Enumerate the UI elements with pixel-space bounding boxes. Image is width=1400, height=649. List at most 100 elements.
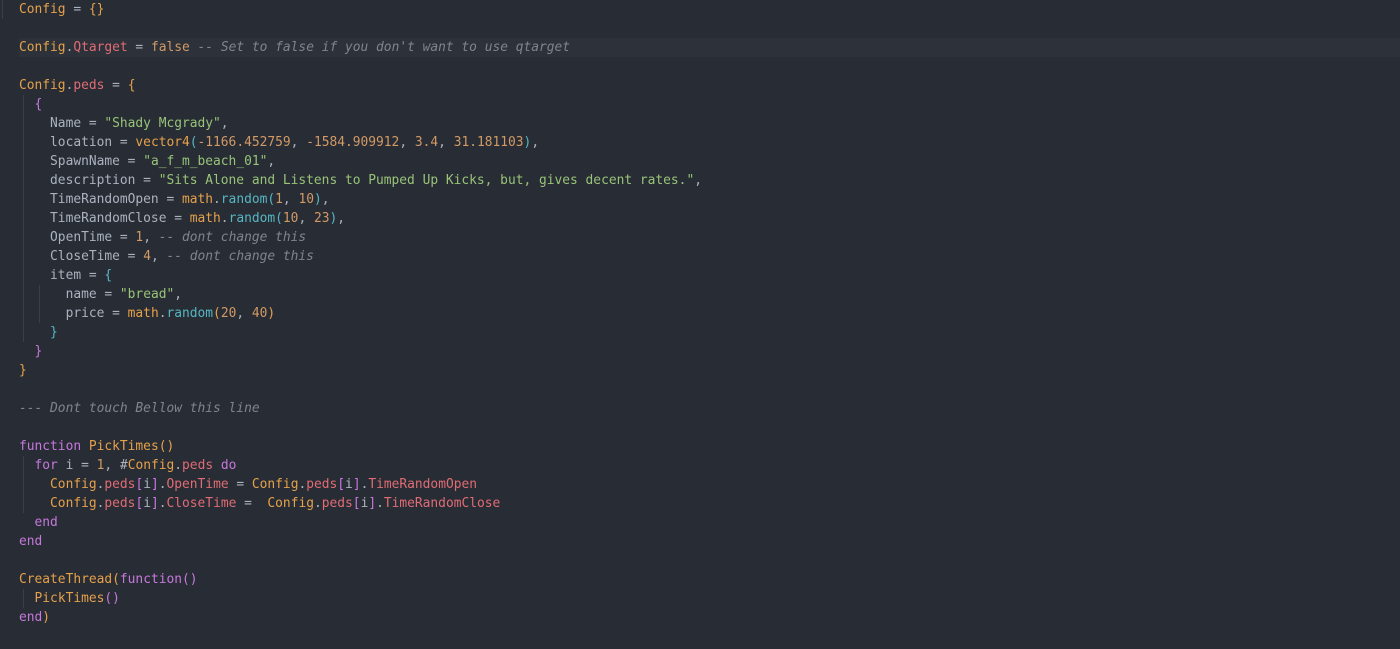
code-token: , [438, 135, 454, 150]
code-line[interactable] [19, 418, 1400, 437]
code-line[interactable]: TimeRandomOpen = math.random(1, 10), [19, 190, 1400, 209]
code-token: [ [352, 496, 361, 511]
code-token: Name = [19, 116, 105, 131]
code-line[interactable]: name = "bread", [19, 285, 1400, 304]
code-token: . [158, 496, 167, 511]
code-token: 23 [313, 211, 330, 226]
code-token: end [34, 515, 58, 530]
code-line[interactable] [19, 19, 1400, 38]
code-line[interactable]: Config.peds[i].OpenTime = Config.peds[i]… [19, 475, 1400, 494]
code-token: ( [112, 572, 120, 587]
code-token: i [345, 477, 353, 492]
code-token: Config [50, 496, 97, 511]
code-line[interactable]: Name = "Shady Mcgrady", [19, 114, 1400, 133]
code-token: 31.181103 [453, 135, 524, 150]
code-line[interactable]: function PickTimes() [19, 437, 1400, 456]
code-token: , [282, 192, 299, 207]
code-line[interactable] [19, 380, 1400, 399]
code-token: CloseTime [166, 496, 237, 511]
code-line[interactable]: Config.peds = { [19, 76, 1400, 95]
code-token: peds [104, 496, 136, 511]
code-token: = [127, 40, 151, 55]
code-line[interactable]: CreateThread(function() [19, 570, 1400, 589]
code-token: math [181, 192, 214, 207]
code-token: ] [150, 496, 159, 511]
code-token: 1 [275, 192, 283, 207]
code-token: TimeRandomClose [383, 496, 501, 511]
code-line[interactable]: TimeRandomClose = math.random(10, 23), [19, 209, 1400, 228]
code-line[interactable]: PickTimes() [19, 589, 1400, 608]
indent-guide [23, 266, 24, 285]
code-token: Config [19, 78, 66, 93]
code-token: . [313, 496, 322, 511]
code-line[interactable]: --- Dont touch Bellow this line [19, 399, 1400, 418]
code-token: , [143, 230, 159, 245]
code-line[interactable]: description = "Sits Alone and Listens to… [19, 171, 1400, 190]
code-token: 3.4 [414, 135, 439, 150]
code-line[interactable]: price = math.random(20, 40) [19, 304, 1400, 323]
code-token: . [174, 458, 183, 473]
code-token: = [65, 2, 89, 17]
indent-guide [23, 190, 24, 209]
code-line[interactable]: Config.peds[i].CloseTime = Config.peds[i… [19, 494, 1400, 513]
code-token: . [158, 477, 167, 492]
code-line[interactable]: SpawnName = "a_f_m_beach_01", [19, 152, 1400, 171]
code-token: end [19, 534, 43, 549]
code-line[interactable]: Config.Qtarget = false -- Set to false i… [19, 38, 1400, 57]
code-line[interactable]: } [19, 323, 1400, 342]
code-token: end [19, 610, 43, 625]
indent-guide [23, 494, 24, 513]
indent-guide [23, 456, 24, 475]
code-token: random [220, 192, 268, 207]
indent-guide [23, 475, 24, 494]
code-line[interactable]: OpenTime = 1, -- dont change this [19, 228, 1400, 247]
code-line[interactable] [19, 57, 1400, 76]
code-line[interactable]: for i = 1, #Config.peds do [19, 456, 1400, 475]
code-line[interactable]: end [19, 513, 1400, 532]
code-token: , [694, 173, 702, 188]
code-token: OpenTime [166, 477, 229, 492]
code-line[interactable]: end) [19, 608, 1400, 627]
code-line[interactable]: } [19, 342, 1400, 361]
code-line[interactable]: item = { [19, 266, 1400, 285]
code-token: 40 [251, 306, 268, 321]
code-token: "a_f_m_beach_01" [143, 154, 268, 169]
gutter-marker [2, 0, 3, 19]
code-token: } [19, 363, 27, 378]
code-token: false [150, 40, 190, 55]
code-line[interactable]: end [19, 532, 1400, 551]
code-line[interactable] [19, 551, 1400, 570]
code-token: -1584.909912 [306, 135, 400, 150]
code-token: peds [104, 477, 136, 492]
code-token: 10 [298, 192, 314, 207]
code-token: = [236, 496, 268, 511]
code-token: , [104, 458, 120, 473]
code-editor[interactable]: Config = {} Config.Qtarget = false -- Set… [19, 0, 1400, 627]
code-token: 4 [143, 249, 151, 264]
code-token: , [337, 211, 346, 226]
code-line[interactable]: } [19, 361, 1400, 380]
code-token: PickTimes [88, 439, 159, 454]
code-token: ) [267, 306, 276, 321]
code-token: item = [19, 268, 105, 283]
code-token: , [267, 154, 276, 169]
code-line[interactable]: location = vector4(-1166.452759, -1584.9… [19, 133, 1400, 152]
indent-guide [23, 171, 24, 190]
indent-guide [23, 114, 24, 133]
code-token: i [143, 477, 151, 492]
code-token: = [104, 78, 128, 93]
code-token: peds [182, 458, 214, 473]
code-token: description = [19, 173, 159, 188]
code-line[interactable]: { [19, 95, 1400, 114]
code-token: ) [313, 192, 322, 207]
indent-guide [23, 228, 24, 247]
code-line[interactable]: Config = {} [19, 0, 1400, 19]
code-token: } [34, 344, 43, 359]
code-line[interactable]: CloseTime = 4, -- dont change this [19, 247, 1400, 266]
code-token: i [143, 496, 151, 511]
code-token: Config [127, 458, 175, 473]
code-token: TimeRandomClose = [19, 211, 190, 226]
code-token: ] [368, 496, 377, 511]
